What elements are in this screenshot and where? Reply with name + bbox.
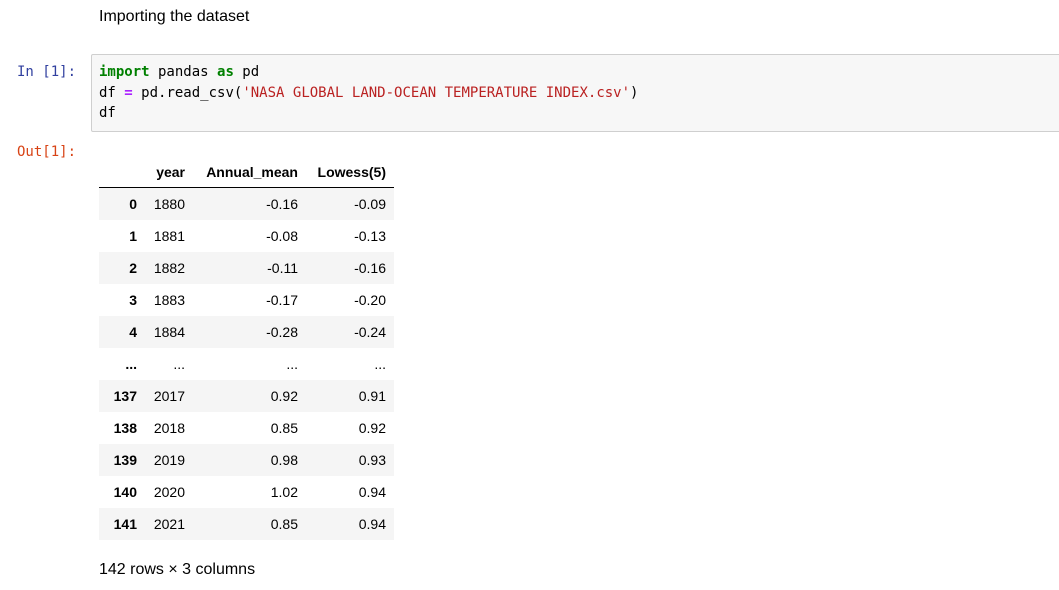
row-index: 138 [113, 420, 137, 436]
row-index: ... [125, 356, 137, 372]
table-row: 2 1882 -0.11 -0.16 [99, 252, 394, 284]
cell-year: 2017 [153, 388, 185, 404]
column-header-annual-mean: Annual_mean [193, 157, 306, 188]
cell-year: 1884 [153, 324, 185, 340]
row-index: 0 [129, 196, 137, 212]
code-line-2: df = pd.read_csv('NASA GLOBAL LAND-OCEAN… [99, 85, 638, 101]
table-row: 137 2017 0.92 0.91 [99, 380, 394, 412]
code-text[interactable]: import pandas as pd df = pd.read_csv('NA… [99, 62, 638, 124]
cell-annual-mean: -0.08 [266, 228, 298, 244]
function-call: pd.read_csv( [132, 84, 243, 101]
module-alias: pd [233, 64, 260, 80]
cell-annual-mean: -0.11 [267, 260, 298, 276]
table-row: 1 1881 -0.08 -0.13 [99, 220, 394, 252]
table-row: 140 2020 1.02 0.94 [99, 476, 394, 508]
string-literal: 'NASA GLOBAL LAND-OCEAN TEMPERATURE INDE… [242, 84, 631, 101]
assign-target: df [99, 84, 125, 101]
cell-year: 1883 [153, 292, 185, 308]
cell-year: ... [173, 356, 185, 372]
code-editor[interactable]: import pandas as pd df = pd.read_csv('NA… [91, 54, 1059, 132]
cell-annual-mean: -0.16 [266, 196, 298, 212]
cell-lowess: -0.24 [354, 324, 386, 340]
code-line-1: import pandas as pd [99, 64, 259, 80]
assign-operator: = [124, 84, 133, 101]
code-line-3: df [99, 105, 116, 121]
cell-annual-mean: ... [286, 356, 298, 372]
cell-year: 2021 [153, 516, 185, 532]
output-prompt: Out[1]: [17, 144, 77, 160]
table-header-row: year Annual_mean Lowess(5) [99, 157, 394, 188]
close-paren: ) [630, 84, 639, 101]
cell-lowess: 0.94 [358, 484, 386, 500]
cell-lowess: -0.09 [354, 196, 386, 212]
cell-year: 2019 [153, 452, 185, 468]
cell-annual-mean: -0.17 [266, 292, 298, 308]
module-name: pandas [149, 64, 218, 80]
table-body: 0 1880 -0.16 -0.09 1 1881 -0.08 -0.13 2 1882 -0.11… [99, 187, 394, 540]
row-index: 4 [129, 324, 137, 340]
row-index: 3 [129, 292, 137, 308]
row-index: 141 [113, 516, 137, 532]
cell-year: 1880 [153, 196, 185, 212]
cell-lowess: 0.91 [358, 388, 386, 404]
row-index: 137 [113, 388, 137, 404]
dataframe-shape: 142 rows × 3 columns [99, 561, 256, 578]
cell-lowess: 0.94 [358, 516, 386, 532]
keyword-as: as [217, 64, 234, 80]
cell-lowess: 0.92 [358, 420, 386, 436]
cell-annual-mean: 0.98 [270, 452, 298, 468]
cell-lowess: -0.16 [354, 260, 386, 276]
row-index: 1 [129, 228, 137, 244]
cell-annual-mean: 1.02 [270, 484, 298, 500]
cell-year: 2020 [153, 484, 185, 500]
row-index: 139 [113, 452, 137, 468]
table-row: ............ [99, 348, 394, 380]
cell-year: 1881 [153, 228, 185, 244]
row-index: 140 [113, 484, 137, 500]
row-index: 2 [129, 260, 137, 276]
cell-annual-mean: 0.92 [270, 388, 298, 404]
table-row: 139 2019 0.98 0.93 [99, 444, 394, 476]
table-row: 0 1880 -0.16 -0.09 [99, 187, 394, 220]
column-header-lowess: Lowess(5) [306, 157, 394, 188]
cell-lowess: ... [374, 356, 386, 372]
table-row: 138 2018 0.85 0.92 [99, 412, 394, 444]
input-prompt: In [1]: [17, 64, 77, 80]
dataframe-table: year Annual_mean Lowess(5) 0 1880 -0.16 -0.… [99, 157, 394, 540]
cell-year: 1882 [153, 260, 185, 276]
markdown-heading: Importing the dataset [99, 8, 250, 25]
table-row: 4 1884 -0.28 -0.24 [99, 316, 394, 348]
cell-lowess: -0.20 [354, 292, 386, 308]
cell-annual-mean: 0.85 [270, 516, 298, 532]
cell-annual-mean: 0.85 [270, 420, 298, 436]
cell-annual-mean: -0.28 [266, 324, 298, 340]
cell-lowess: -0.13 [354, 228, 386, 244]
table-row: 141 2021 0.85 0.94 [99, 508, 394, 540]
cell-year: 2018 [153, 420, 185, 436]
cell-lowess: 0.93 [358, 452, 386, 468]
column-header-year: year [145, 157, 193, 188]
index-header [99, 157, 145, 188]
table-row: 3 1883 -0.17 -0.20 [99, 284, 394, 316]
keyword-import: import [99, 64, 150, 80]
